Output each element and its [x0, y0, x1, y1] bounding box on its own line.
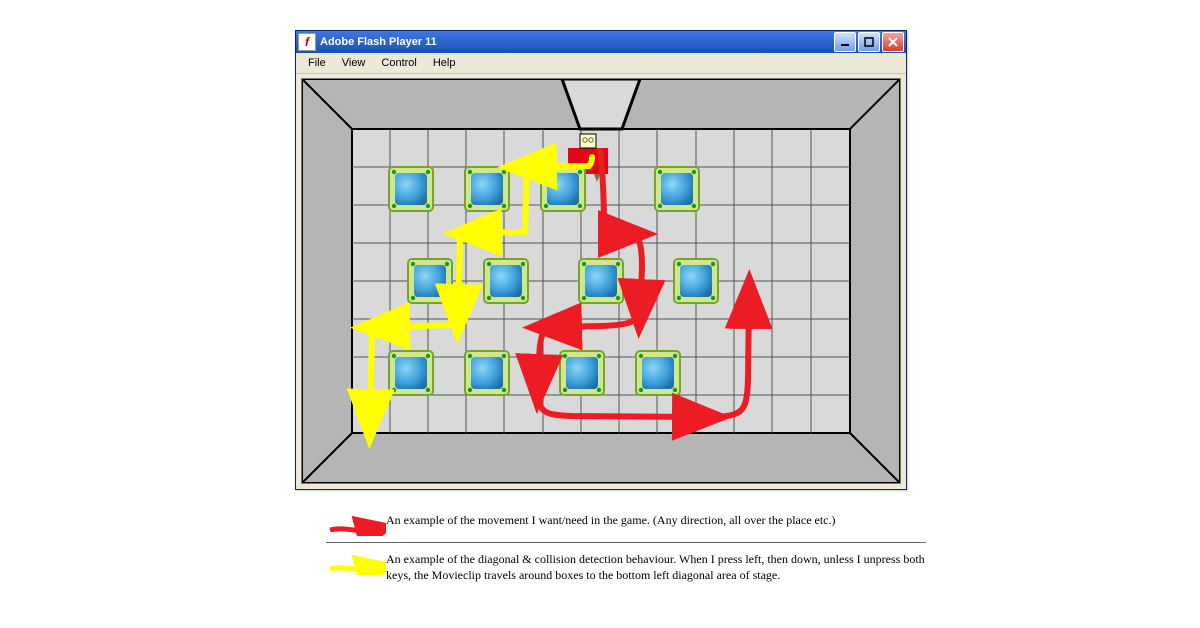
- menu-view[interactable]: View: [334, 55, 374, 71]
- game-canvas: [302, 79, 900, 483]
- legend-row-red: An example of the movement I want/need i…: [326, 508, 926, 540]
- legend-yellow-text: An example of the diagonal & collision d…: [386, 551, 926, 583]
- legend-arrow-yellow-icon: [326, 555, 386, 575]
- game-stage[interactable]: [301, 78, 901, 484]
- menu-help[interactable]: Help: [425, 55, 464, 71]
- titlebar[interactable]: f Adobe Flash Player 11: [296, 31, 906, 53]
- close-button[interactable]: [882, 32, 904, 52]
- menu-file[interactable]: File: [300, 55, 334, 71]
- legend: An example of the movement I want/need i…: [326, 508, 926, 587]
- maximize-button[interactable]: [858, 32, 880, 52]
- legend-separator: [326, 542, 926, 543]
- legend-row-yellow: An example of the diagonal & collision d…: [326, 547, 926, 587]
- flash-player-window: f Adobe Flash Player 11 File View Contro…: [295, 30, 907, 490]
- legend-red-text: An example of the movement I want/need i…: [386, 512, 836, 528]
- minimize-button[interactable]: [834, 32, 856, 52]
- legend-arrow-red-icon: [326, 516, 386, 536]
- flash-icon: f: [298, 33, 316, 51]
- window-title: Adobe Flash Player 11: [320, 36, 437, 48]
- menubar[interactable]: File View Control Help: [296, 53, 906, 74]
- menu-control[interactable]: Control: [373, 55, 424, 71]
